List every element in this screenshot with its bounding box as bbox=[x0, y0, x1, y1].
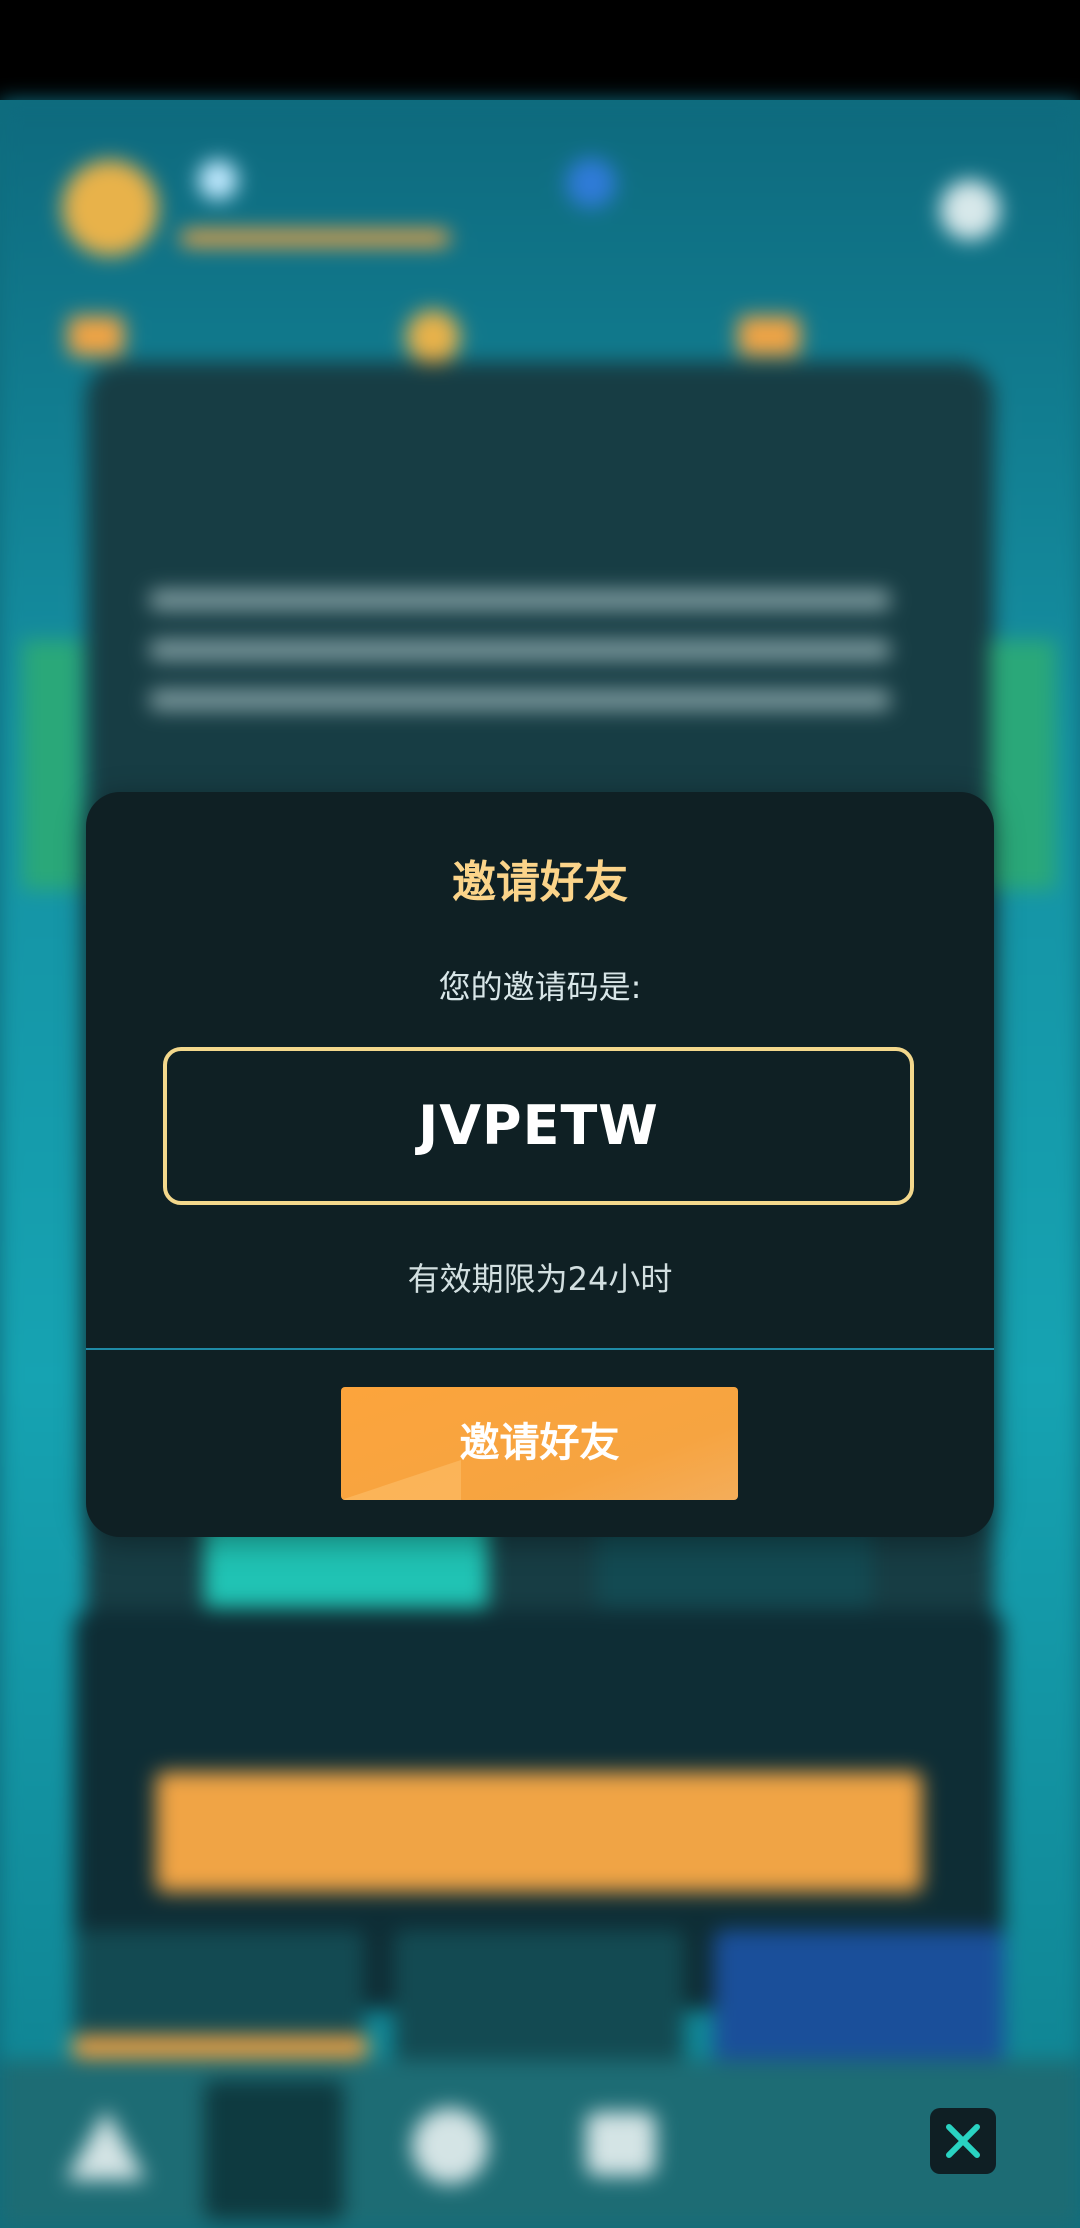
status-bar bbox=[0, 0, 1080, 100]
dialog-divider bbox=[86, 1348, 994, 1350]
validity-note: 有效期限为24小时 bbox=[407, 1260, 673, 1298]
invite-friends-button-label: 邀请好友 bbox=[459, 1420, 620, 1466]
dialog-title: 邀请好友 bbox=[452, 857, 628, 908]
invite-friends-button[interactable]: 邀请好友 bbox=[341, 1387, 738, 1500]
invite-code-value[interactable]: JVPETW bbox=[163, 1047, 914, 1205]
close-icon bbox=[946, 2124, 980, 2158]
close-button[interactable] bbox=[930, 2108, 996, 2174]
invite-code-label: 您的邀请码是: bbox=[438, 968, 642, 1006]
